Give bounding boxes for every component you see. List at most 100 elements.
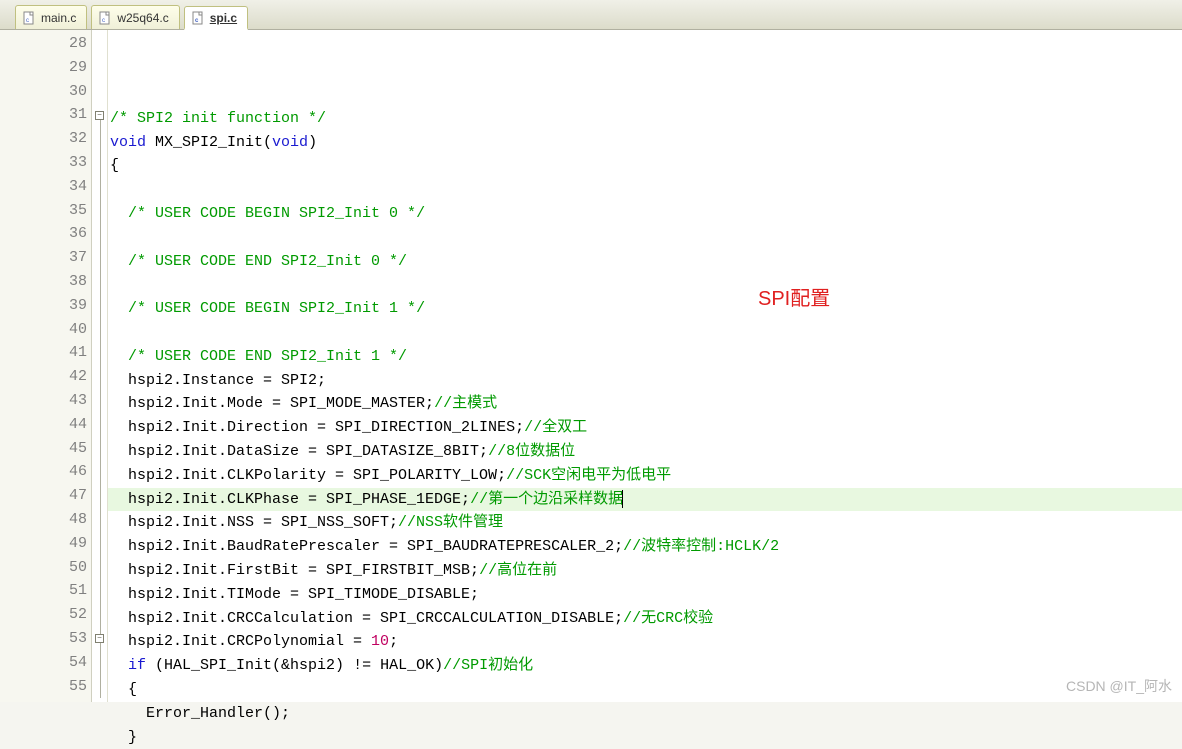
fold-cell[interactable]: − — [92, 627, 107, 651]
line-number: 36 — [0, 222, 91, 246]
code-line[interactable] — [108, 226, 1182, 250]
line-number: 32 — [0, 127, 91, 151]
code-token: /* USER CODE BEGIN SPI2_Init 0 */ — [128, 205, 425, 222]
code-token: void — [272, 134, 308, 151]
code-line[interactable]: hspi2.Init.FirstBit = SPI_FIRSTBIT_MSB;/… — [108, 559, 1182, 583]
code-line[interactable]: /* SPI2 init function */ — [108, 107, 1182, 131]
fold-toggle-icon[interactable]: − — [95, 634, 104, 643]
fold-cell — [92, 556, 107, 580]
code-editor[interactable]: 2829303132333435363738394041424344454647… — [0, 30, 1182, 702]
fold-cell — [92, 437, 107, 461]
fold-column[interactable]: −− — [92, 30, 108, 702]
fold-cell — [92, 365, 107, 389]
code-token: hspi2.Init.CLKPolarity = SPI_POLARITY_LO… — [110, 467, 506, 484]
annotation-label: SPI配置 — [758, 282, 830, 311]
code-token: Error_Handler(); — [110, 705, 290, 722]
code-token: //主模式 — [434, 395, 497, 412]
fold-cell — [92, 222, 107, 246]
code-line[interactable]: hspi2.Init.BaudRatePrescaler = SPI_BAUDR… — [108, 535, 1182, 559]
code-line[interactable]: hspi2.Init.DataSize = SPI_DATASIZE_8BIT;… — [108, 440, 1182, 464]
code-token: /* USER CODE END SPI2_Init 1 */ — [128, 348, 407, 365]
code-token — [110, 348, 128, 365]
code-token: /* SPI2 init function */ — [110, 110, 326, 127]
code-token: } — [110, 729, 137, 746]
fold-cell — [92, 675, 107, 699]
code-token: { — [110, 681, 137, 698]
line-number: 45 — [0, 437, 91, 461]
fold-cell[interactable]: − — [92, 103, 107, 127]
code-token: //高位在前 — [479, 562, 557, 579]
code-line[interactable]: /* USER CODE END SPI2_Init 0 */ — [108, 250, 1182, 274]
code-line[interactable]: void MX_SPI2_Init(void) — [108, 131, 1182, 155]
code-line[interactable] — [108, 83, 1182, 107]
code-token: hspi2.Init.CRCPolynomial = — [110, 633, 371, 650]
code-token: hspi2.Init.CLKPhase = SPI_PHASE_1EDGE; — [110, 491, 470, 508]
fold-cell — [92, 484, 107, 508]
code-token: //8位数据位 — [488, 443, 575, 460]
code-token: //第一个边沿采样数据 — [470, 491, 623, 508]
code-token: /* USER CODE END SPI2_Init 0 */ — [128, 253, 407, 270]
code-line[interactable]: hspi2.Init.Mode = SPI_MODE_MASTER;//主模式 — [108, 392, 1182, 416]
code-line[interactable]: if (HAL_SPI_Init(&hspi2) != HAL_OK)//SPI… — [108, 654, 1182, 678]
code-token: hspi2.Init.NSS = SPI_NSS_SOFT; — [110, 514, 398, 531]
code-line[interactable]: Error_Handler(); — [108, 702, 1182, 726]
code-line[interactable]: { — [108, 154, 1182, 178]
code-line[interactable] — [108, 321, 1182, 345]
fold-cell — [92, 127, 107, 151]
fold-cell — [92, 508, 107, 532]
fold-cell — [92, 532, 107, 556]
code-line[interactable] — [108, 273, 1182, 297]
fold-cell — [92, 603, 107, 627]
code-token: //SPI初始化 — [443, 657, 533, 674]
fold-cell — [92, 389, 107, 413]
fold-cell — [92, 56, 107, 80]
tab-w25q64-c[interactable]: cw25q64.c — [91, 5, 179, 29]
line-number: 44 — [0, 413, 91, 437]
line-number: 46 — [0, 460, 91, 484]
code-line[interactable]: hspi2.Init.CRCPolynomial = 10; — [108, 630, 1182, 654]
line-number: 50 — [0, 556, 91, 580]
line-number: 52 — [0, 603, 91, 627]
code-line[interactable]: } — [108, 726, 1182, 749]
code-token: /* USER CODE BEGIN SPI2_Init 1 */ — [128, 300, 425, 317]
fold-cell — [92, 341, 107, 365]
code-token: hspi2.Init.DataSize = SPI_DATASIZE_8BIT; — [110, 443, 488, 460]
fold-cell — [92, 413, 107, 437]
code-line[interactable]: hspi2.Init.CLKPolarity = SPI_POLARITY_LO… — [108, 464, 1182, 488]
code-token — [110, 253, 128, 270]
code-line[interactable]: hspi2.Init.CRCCalculation = SPI_CRCCALCU… — [108, 607, 1182, 631]
code-area[interactable]: SPI配置 /* SPI2 init function */ void MX_SP… — [108, 30, 1182, 702]
code-token: hspi2.Init.CRCCalculation = SPI_CRCCALCU… — [110, 610, 623, 627]
line-number: 49 — [0, 532, 91, 556]
code-token — [110, 300, 128, 317]
line-number-gutter: 2829303132333435363738394041424344454647… — [0, 30, 92, 702]
code-line[interactable]: hspi2.Init.NSS = SPI_NSS_SOFT;//NSS软件管理 — [108, 511, 1182, 535]
code-line[interactable] — [108, 178, 1182, 202]
code-line[interactable]: hspi2.Instance = SPI2; — [108, 369, 1182, 393]
code-line[interactable]: hspi2.Init.TIMode = SPI_TIMODE_DISABLE; — [108, 583, 1182, 607]
code-line[interactable]: { — [108, 678, 1182, 702]
line-number: 31 — [0, 103, 91, 127]
code-token: hspi2.Init.Direction = SPI_DIRECTION_2LI… — [110, 419, 524, 436]
code-line[interactable]: /* USER CODE BEGIN SPI2_Init 0 */ — [108, 202, 1182, 226]
code-line[interactable]: /* USER CODE END SPI2_Init 1 */ — [108, 345, 1182, 369]
tab-bar: cmain.ccw25q64.ccspi.c — [0, 0, 1182, 30]
code-token: //波特率控制:HCLK/2 — [623, 538, 779, 555]
tab-main-c[interactable]: cmain.c — [15, 5, 87, 29]
code-line[interactable]: hspi2.Init.Direction = SPI_DIRECTION_2LI… — [108, 416, 1182, 440]
fold-toggle-icon[interactable]: − — [95, 111, 104, 120]
code-token — [110, 205, 128, 222]
code-token: MX_SPI2_Init( — [146, 134, 272, 151]
line-number: 48 — [0, 508, 91, 532]
code-token: void — [110, 134, 146, 151]
code-line[interactable]: /* USER CODE BEGIN SPI2_Init 1 */ — [108, 297, 1182, 321]
line-number: 55 — [0, 675, 91, 699]
tab-spi-c[interactable]: cspi.c — [184, 6, 248, 30]
line-number: 54 — [0, 651, 91, 675]
code-line[interactable]: hspi2.Init.CLKPhase = SPI_PHASE_1EDGE;//… — [108, 488, 1182, 512]
code-token: hspi2.Init.TIMode = SPI_TIMODE_DISABLE; — [110, 586, 479, 603]
fold-cell — [92, 246, 107, 270]
line-number: 40 — [0, 318, 91, 342]
line-number: 42 — [0, 365, 91, 389]
fold-cell — [92, 175, 107, 199]
